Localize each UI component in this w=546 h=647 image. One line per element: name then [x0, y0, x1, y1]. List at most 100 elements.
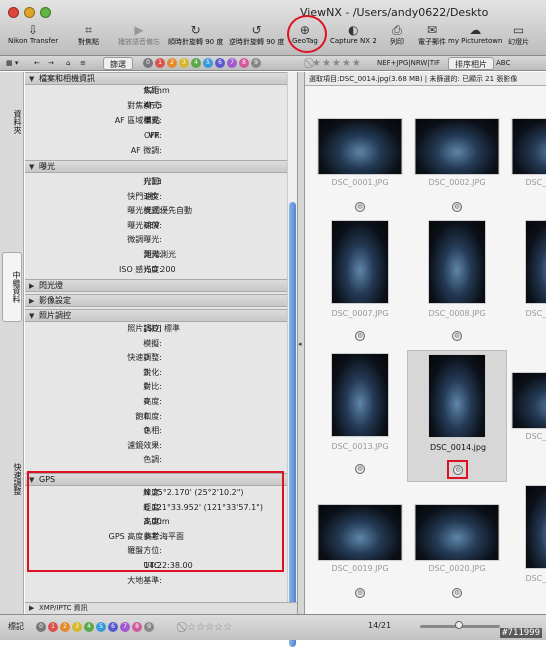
thumbnail-cell[interactable]: DSC_0008.JPG ◍: [407, 217, 507, 349]
label-filter-6[interactable]: 6: [108, 622, 118, 632]
thumbnail-image[interactable]: [428, 354, 486, 438]
label-filter-9[interactable]: 9: [144, 622, 154, 632]
folder-up-icon[interactable]: ⌂: [66, 56, 70, 71]
nikon-transfer-button[interactable]: ⇩Nikon Transfer: [8, 23, 58, 45]
sort-photos-button[interactable]: 排序相片: [448, 57, 494, 70]
label-filter-5[interactable]: 5: [203, 58, 213, 68]
section-picture-control[interactable]: ▼照片調控: [25, 309, 287, 322]
geotag-globe-icon[interactable]: ◍: [355, 464, 365, 474]
geotag-globe-icon[interactable]: ◍: [452, 331, 462, 341]
metadata-value: 單點: [144, 114, 160, 128]
play-memo-button[interactable]: ▶播放語音備忘: [118, 23, 160, 47]
section-image-settings[interactable]: ▶影像設定: [25, 294, 287, 307]
thumbnail-cell[interactable]: DSC_0003.JPG◍: [504, 96, 546, 228]
thumbnail-image[interactable]: [415, 118, 500, 175]
thumbnail-cell[interactable]: DSC_0019.JPG ◍: [310, 482, 410, 614]
thumbnail-image[interactable]: [428, 220, 486, 304]
label-filter-9[interactable]: 9: [251, 58, 261, 68]
geotag-globe-icon[interactable]: ◍: [355, 588, 365, 598]
thumbnail-cell[interactable]: DSC_0013.JPG◍: [310, 350, 410, 482]
status-rating-stars[interactable]: ⃠ ☆☆☆☆☆: [184, 620, 232, 635]
label-filter-4[interactable]: 4: [191, 58, 201, 68]
thumbnail-cell[interactable]: DSC_0015.JPG◍: [504, 350, 546, 482]
print-button[interactable]: ⎙列印: [390, 23, 404, 47]
section-flash[interactable]: ▶閃光燈: [25, 279, 287, 292]
email-button[interactable]: ✉電子郵件: [418, 23, 446, 47]
thumbnail-image[interactable]: [525, 485, 546, 569]
label-filter-8[interactable]: 8: [239, 58, 249, 68]
label-filter-2[interactable]: 2: [60, 622, 70, 632]
label-filter-3[interactable]: 3: [179, 58, 189, 68]
label-filter-1[interactable]: 1: [48, 622, 58, 632]
section-xmp-iptc[interactable]: ▶XMP/IPTC 資訊: [25, 602, 297, 614]
text-size-button[interactable]: ABC: [496, 56, 510, 71]
rating-filter-stars[interactable]: ⃠★★★★★: [311, 57, 362, 70]
thumbnail-cell[interactable]: DSC_0020.JPG◍: [407, 482, 507, 614]
thumbnail-image[interactable]: [525, 220, 546, 304]
thumbnail-cell[interactable]: DSC_0009.JPG◍: [504, 217, 546, 349]
filter-toolbar: ▦ ▾ ← → ⌂ ≡ 篩選 0123456789 ⃠★★★★★ NEF+JPG…: [0, 56, 546, 71]
thumbnail-image[interactable]: [318, 504, 403, 561]
thumbnail-cell[interactable]: DSC_0002.JPG◍: [407, 96, 507, 228]
thumbnail-image[interactable]: [512, 372, 546, 429]
collapse-arrow-icon[interactable]: ◂: [298, 340, 302, 348]
thumbnail-image[interactable]: [331, 353, 389, 437]
geotag-globe-icon[interactable]: ◍: [452, 202, 462, 212]
tab-metadata[interactable]: 中繼資料: [2, 252, 22, 322]
tab-folders[interactable]: 資料夾: [2, 92, 22, 152]
metadata-row: 微調曝光:: [25, 233, 287, 247]
thumbnail-cell[interactable]: DSC_0007.JPG◍: [310, 217, 410, 349]
rotate-cw-button[interactable]: ↻順時針旋轉 90 度: [168, 23, 223, 47]
minimize-window-button[interactable]: [24, 7, 35, 18]
label-filter-3[interactable]: 3: [72, 622, 82, 632]
thumbnail-cell[interactable]: DSC_0001.JPG ◍: [310, 96, 410, 228]
geotag-globe-icon[interactable]: ◍: [355, 202, 365, 212]
thumbnail-image[interactable]: [318, 118, 403, 175]
scrollbar-thumb[interactable]: [289, 202, 296, 647]
capture-nx-button[interactable]: ◐Capture NX 2: [330, 23, 377, 45]
geotag-globe-icon[interactable]: ◍: [452, 588, 462, 598]
forward-arrow-icon[interactable]: →: [48, 56, 54, 71]
back-arrow-icon[interactable]: ←: [34, 56, 40, 71]
label-filter-4[interactable]: 4: [84, 622, 94, 632]
level-icon[interactable]: ≡: [80, 56, 86, 71]
slideshow-button[interactable]: ▭幻燈片: [508, 23, 529, 47]
thumbnail-cell[interactable]: DSC_0014.jpg◍: [407, 350, 507, 482]
label-filter-5[interactable]: 5: [96, 622, 106, 632]
label-filter-7[interactable]: 7: [120, 622, 130, 632]
metadata-scrollbar[interactable]: [287, 72, 297, 602]
focus-point-button[interactable]: ⌗對焦點: [78, 23, 99, 47]
close-window-button[interactable]: [8, 7, 19, 18]
thumbnail-filename: DSC_0008.JPG: [407, 309, 507, 318]
thumbnail-filename: DSC_0019.JPG: [310, 564, 410, 573]
label-filter-6[interactable]: 6: [215, 58, 225, 68]
label-filter-1[interactable]: 1: [155, 58, 165, 68]
geotag-globe-icon[interactable]: ◍: [355, 331, 365, 341]
focus-point-icon: ⌗: [78, 23, 99, 37]
metadata-row: 飽和度:0: [25, 410, 287, 424]
format-filter-select[interactable]: NEF+JPG|NRW|TIF: [377, 56, 440, 71]
label-filter-0[interactable]: 0: [36, 622, 46, 632]
picturetown-button[interactable]: ☁my Picturetown: [448, 23, 502, 45]
label-filter-8[interactable]: 8: [132, 622, 142, 632]
window-title: ViewNX - /Users/andy0622/Deskto: [300, 6, 488, 19]
thumbnail-size-knob[interactable]: [455, 621, 463, 629]
metadata-key: 大地基準:: [127, 574, 162, 588]
disclosure-right-icon: ▶: [29, 281, 39, 292]
section-exposure[interactable]: ▼曝光: [25, 160, 287, 173]
rotate-ccw-button[interactable]: ↺逆時針旋轉 90 度: [229, 23, 284, 47]
label-filter-2[interactable]: 2: [167, 58, 177, 68]
thumbnail-image[interactable]: [415, 504, 500, 561]
metadata-value: 1秒: [144, 190, 157, 204]
thumbnail-image[interactable]: [512, 118, 546, 175]
thumbnail-cell[interactable]: DSC_0021.JPG◍: [504, 482, 546, 614]
zoom-window-button[interactable]: [40, 7, 51, 18]
filter-button[interactable]: 篩選: [103, 57, 133, 70]
label-filter-0[interactable]: 0: [143, 58, 153, 68]
thumbnail-image[interactable]: [331, 220, 389, 304]
metadata-row: 大地基準:: [25, 574, 287, 588]
thumbnail-filename: DSC_0001.JPG: [310, 178, 410, 187]
tab-quick-adjust[interactable]: 快速調整: [2, 444, 22, 514]
label-filter-7[interactable]: 7: [227, 58, 237, 68]
view-mode-grid-icon[interactable]: ▦ ▾: [6, 56, 18, 71]
